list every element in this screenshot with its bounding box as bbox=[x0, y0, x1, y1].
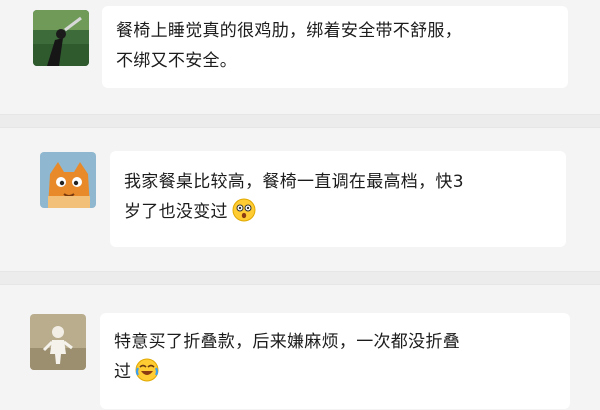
comment-text-line: 过 bbox=[114, 362, 132, 382]
avatar[interactable] bbox=[40, 152, 96, 208]
comment-text-line: 岁了也没变过 bbox=[124, 202, 228, 222]
avatar-small-figure-icon bbox=[30, 314, 86, 370]
avatar-person-on-grass-icon bbox=[33, 10, 89, 66]
divider bbox=[0, 271, 600, 285]
crying-laughing-face-emoji-icon bbox=[135, 358, 159, 382]
divider bbox=[0, 114, 600, 128]
avatar[interactable] bbox=[33, 10, 89, 66]
avatar-orange-cat-icon bbox=[40, 152, 96, 208]
comment-text-line: 不绑又不安全。 bbox=[116, 51, 238, 71]
comment-list: 餐椅上睡觉真的很鸡肋，绑着安全带不舒服， 不绑又不安全。 我家餐桌比较高，餐椅一… bbox=[0, 0, 600, 410]
comment-text-line: 特意买了折叠款，后来嫌麻烦，一次都没折叠 bbox=[114, 332, 460, 352]
avatar[interactable] bbox=[30, 314, 86, 370]
comment-text-line: 餐椅上睡觉真的很鸡肋，绑着安全带不舒服， bbox=[116, 21, 462, 41]
comment-text-line-wrap: 岁了也没变过 bbox=[124, 197, 552, 227]
comment-bubble: 特意买了折叠款，后来嫌麻烦，一次都没折叠 过 bbox=[100, 313, 570, 409]
comment-text-line-wrap: 过 bbox=[114, 357, 556, 387]
comment-bubble: 餐椅上睡觉真的很鸡肋，绑着安全带不舒服， 不绑又不安全。 bbox=[102, 6, 568, 88]
comment-bubble: 我家餐桌比较高，餐椅一直调在最高档，快3 岁了也没变过 bbox=[110, 151, 566, 247]
comment-text-line: 我家餐桌比较高，餐椅一直调在最高档，快3 bbox=[124, 172, 464, 192]
shocked-face-emoji-icon bbox=[232, 198, 256, 222]
